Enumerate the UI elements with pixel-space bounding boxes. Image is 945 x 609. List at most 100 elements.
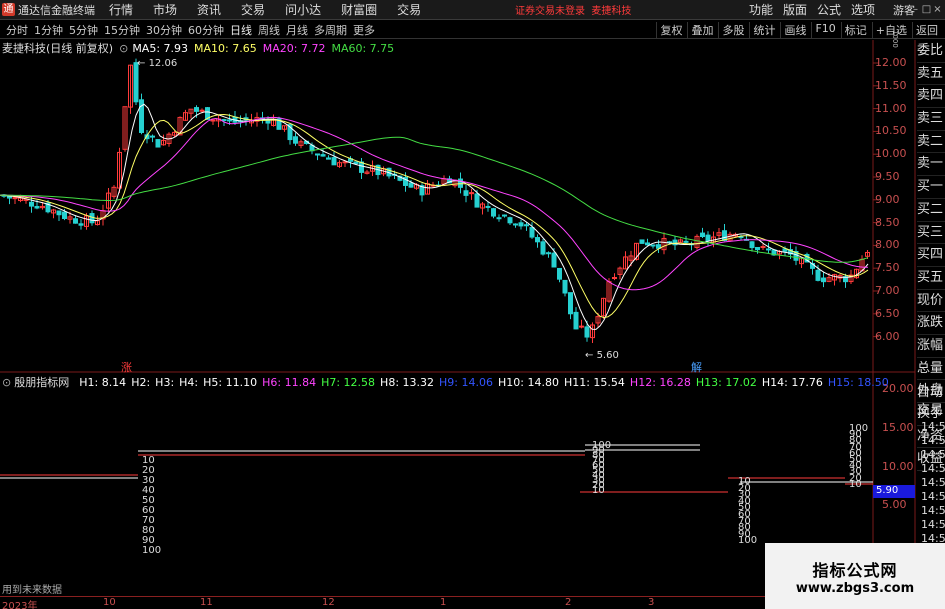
ma20-line — [0, 116, 868, 291]
y-tick-label: 10.00 — [875, 147, 907, 161]
candle-body — [304, 140, 309, 145]
indicator-value: H2: — [131, 375, 151, 389]
menu-item-ask[interactable]: 问小达 — [285, 1, 321, 18]
candle-body — [265, 118, 271, 124]
y-tick-label: 8.00 — [875, 238, 900, 252]
period-tab-weekly[interactable]: 周线 — [258, 22, 280, 38]
candle-body — [678, 239, 683, 243]
order-book-label: 买二 — [917, 199, 945, 222]
ma10-line — [0, 113, 869, 319]
indicator-value: H3: — [155, 375, 175, 389]
indicator-settings-icon[interactable]: ⊙ — [2, 376, 11, 389]
period-tab-15min[interactable]: 15分钟 — [104, 22, 140, 38]
candle-body — [496, 217, 502, 220]
tool-mark[interactable]: 标记 — [840, 21, 870, 38]
login-notice[interactable]: 证券交易未登录 麦捷科技 — [515, 2, 631, 17]
y-tick-label: 11.00 — [875, 101, 907, 115]
period-tab-multi[interactable]: 多周期 — [314, 22, 347, 38]
candle-body — [727, 233, 733, 242]
candle-body — [672, 239, 678, 246]
candle-body — [458, 178, 463, 188]
candle-body — [403, 176, 408, 186]
candle-body — [84, 215, 89, 227]
candle-body — [810, 263, 815, 269]
trade-label[interactable]: 交易 — [917, 402, 945, 420]
indicator-value: H1: 8.14 — [79, 375, 127, 389]
candle-body — [711, 236, 716, 243]
y-tick-label: 7.50 — [875, 261, 900, 275]
candle-body — [700, 232, 705, 238]
menu-item-layout[interactable]: 版面 — [783, 1, 807, 18]
period-tab-monthly[interactable]: 月线 — [286, 22, 308, 38]
candle-body — [529, 226, 535, 238]
candle-body — [342, 161, 348, 164]
indicator-value: H10: 14.80 — [497, 375, 559, 389]
menu-item-function[interactable]: 功能 — [749, 1, 773, 18]
period-tab-60min[interactable]: 60分钟 — [188, 22, 224, 38]
period-tab-more[interactable]: 更多 — [353, 22, 375, 38]
candle-body — [227, 119, 232, 122]
candle-body — [485, 205, 491, 208]
tool-overlay[interactable]: 叠加 — [687, 21, 716, 38]
menu-item-market[interactable]: 市场 — [153, 1, 177, 18]
candle-body — [804, 253, 810, 263]
time-label: 14:56 — [921, 448, 945, 461]
y-tick-label: 6.50 — [875, 306, 900, 320]
indicator-value: H4: — [179, 375, 199, 389]
candle-body — [238, 120, 243, 123]
candle-body — [172, 131, 177, 136]
order-book-label: 买一 — [917, 176, 945, 199]
candle-body — [760, 246, 766, 249]
tool-multi-stock[interactable]: 多股 — [718, 21, 747, 38]
minimize-icon[interactable]: – — [910, 4, 921, 15]
tool-f10[interactable]: F10 — [811, 21, 838, 38]
candle-body — [584, 326, 590, 338]
period-tab-30min[interactable]: 30分钟 — [146, 22, 182, 38]
candle-body — [188, 108, 194, 114]
candle-body — [221, 119, 227, 122]
candle-body — [89, 213, 95, 224]
indicator-value: H7: 12.58 — [321, 375, 376, 389]
tool-stats[interactable]: 统计 — [749, 21, 778, 38]
menu-item-news[interactable]: 资讯 — [197, 1, 221, 18]
order-book-label: 卖五 — [917, 63, 945, 86]
order-book-label: 卖二 — [917, 131, 945, 154]
time-label: 14:56 — [921, 434, 945, 447]
order-book-label: 涨幅 — [917, 335, 945, 358]
order-book-label: 卖三 — [917, 108, 945, 131]
candle-body — [155, 139, 161, 148]
top-value-label: 1000 — [891, 30, 899, 48]
tool-back[interactable]: 返回 — [912, 21, 941, 38]
period-tab-intraday[interactable]: 分时 — [6, 22, 28, 38]
candle-body — [694, 235, 700, 248]
indicator-value: H8: 13.32 — [380, 375, 435, 389]
period-tab-daily[interactable]: 日线 — [230, 22, 252, 38]
logo-icon: 通 — [2, 3, 15, 16]
menu-item-trading[interactable]: 交易 — [397, 1, 421, 18]
candle-body — [793, 250, 799, 261]
candle-body — [634, 242, 639, 260]
menu-item-formula[interactable]: 公式 — [817, 1, 841, 18]
menu-item-options[interactable]: 选项 — [851, 1, 875, 18]
settings-icon[interactable]: ⊙ — [119, 42, 128, 55]
candle-body — [320, 154, 326, 157]
candle-body — [595, 316, 601, 324]
x-axis: 2023年 10 11 12 1 2 3 — [0, 596, 870, 609]
candle-body — [430, 184, 436, 187]
order-book-column: 委比 卖五 卖四 卖三 卖二 卖一 买一 买二 买三 买四 买五 现价 涨跌 涨幅 总量 外盘 换手 净资 收益 — [917, 40, 945, 472]
tool-draw[interactable]: 画线 — [780, 21, 809, 38]
candle-body — [23, 198, 29, 201]
candle-body — [150, 135, 155, 138]
auto-label[interactable]: 自动 — [917, 384, 945, 402]
period-tab-1min[interactable]: 1分钟 — [34, 22, 63, 38]
menu-item-trade[interactable]: 交易 — [241, 1, 265, 18]
menu-item-quotes[interactable]: 行情 — [109, 1, 133, 18]
candle-body — [18, 197, 23, 202]
tool-adjust[interactable]: 复权 — [656, 21, 685, 38]
close-icon[interactable]: × — [932, 4, 943, 15]
menu-item-wealth[interactable]: 财富圈 — [341, 1, 377, 18]
maximize-icon[interactable]: □ — [921, 4, 932, 15]
period-tab-5min[interactable]: 5分钟 — [69, 22, 98, 38]
candle-body — [645, 242, 650, 246]
candle-body — [502, 214, 507, 217]
